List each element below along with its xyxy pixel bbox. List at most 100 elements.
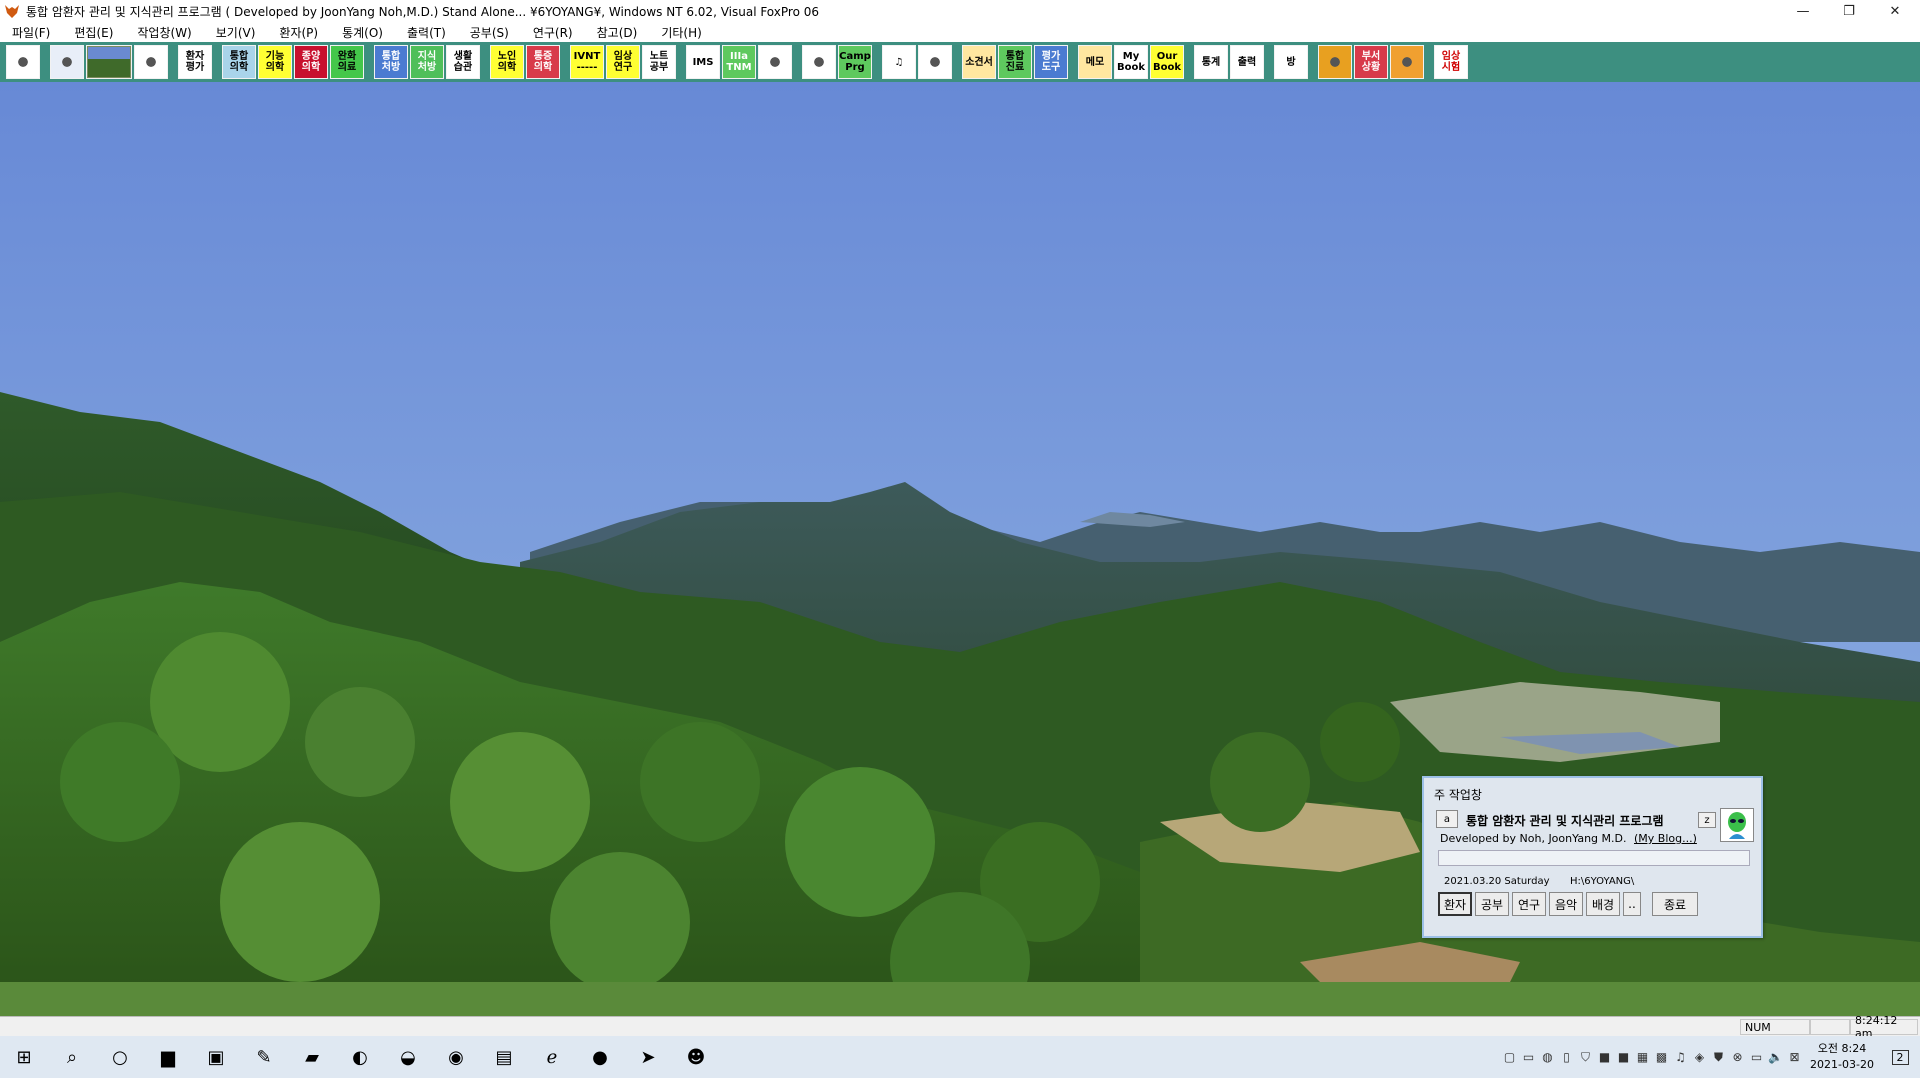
toolbar-button-26[interactable]: 평가 도구 bbox=[1034, 45, 1068, 79]
notes-icon[interactable]: ▰ bbox=[288, 1036, 336, 1078]
exit-toolbar-button[interactable] bbox=[6, 45, 40, 79]
toolbar-button-16[interactable]: 노트 공부 bbox=[642, 45, 676, 79]
tray-app-8-icon[interactable]: ⊗ bbox=[1728, 1036, 1747, 1078]
tray-defender-icon[interactable]: ⛊ bbox=[1709, 1036, 1728, 1078]
windows-start-icon[interactable]: ⊞ bbox=[0, 1036, 48, 1078]
toolbar-button-28[interactable]: My Book bbox=[1114, 45, 1148, 79]
toolbar-button-4[interactable]: 환자 평가 bbox=[178, 45, 212, 79]
menu-item-6[interactable]: 출력(T) bbox=[395, 24, 458, 41]
tray-app-9-icon[interactable]: ⊠ bbox=[1785, 1036, 1804, 1078]
main-window-button-0[interactable]: 환자 bbox=[1438, 892, 1472, 916]
main-window-button-5[interactable]: .. bbox=[1623, 892, 1641, 916]
monitor-toolbar-button[interactable] bbox=[50, 45, 84, 79]
face-toolbar-button[interactable] bbox=[134, 45, 168, 79]
badge-toolbar-button[interactable] bbox=[1318, 45, 1352, 79]
main-window-button-2[interactable]: 연구 bbox=[1512, 892, 1546, 916]
music-toolbar-button[interactable]: ♫ bbox=[882, 45, 916, 79]
food-toolbar-button[interactable] bbox=[1390, 45, 1424, 79]
menu-item-10[interactable]: 기타(H) bbox=[649, 24, 713, 41]
cortana-icon[interactable]: ○ bbox=[96, 1036, 144, 1078]
tray-app-4-icon[interactable]: ■ bbox=[1595, 1036, 1614, 1078]
person-toolbar-button[interactable] bbox=[802, 45, 836, 79]
tray-app-6-icon[interactable]: ▩ bbox=[1652, 1036, 1671, 1078]
a-button[interactable]: a bbox=[1436, 810, 1458, 828]
toolbar-button-21[interactable]: Camp Prg bbox=[838, 45, 872, 79]
edge-dev-icon[interactable]: ◒ bbox=[384, 1036, 432, 1078]
toolbar-button-30[interactable]: 통계 bbox=[1194, 45, 1228, 79]
arrow-app-icon[interactable]: ➤ bbox=[624, 1036, 672, 1078]
toolbar-button-10[interactable]: 지식 처방 bbox=[410, 45, 444, 79]
toolbar-button-34[interactable]: 부서 상황 bbox=[1354, 45, 1388, 79]
menu-item-7[interactable]: 공부(S) bbox=[458, 24, 521, 41]
close-button[interactable]: ✕ bbox=[1872, 0, 1918, 22]
menu-item-8[interactable]: 연구(R) bbox=[521, 24, 585, 41]
z-button[interactable]: z bbox=[1698, 812, 1716, 828]
tray-app-3-icon[interactable]: ◍ bbox=[1538, 1036, 1557, 1078]
tray-bell-icon[interactable]: ♫ bbox=[1671, 1036, 1690, 1078]
main-window-button-3[interactable]: 음악 bbox=[1549, 892, 1583, 916]
maximize-button[interactable]: ❐ bbox=[1826, 0, 1872, 22]
command-field[interactable] bbox=[1438, 850, 1750, 866]
toolbar-button-32[interactable]: 방 bbox=[1274, 45, 1308, 79]
toolbar-button-27[interactable]: 메모 bbox=[1078, 45, 1112, 79]
menu-item-1[interactable]: 편집(E) bbox=[62, 24, 125, 41]
search-icon[interactable]: ⌕ bbox=[48, 1036, 96, 1078]
file-explorer-icon[interactable]: ▆ bbox=[144, 1036, 192, 1078]
tray-usb-icon[interactable]: ▯ bbox=[1557, 1036, 1576, 1078]
main-window-button-6[interactable]: 종료 bbox=[1652, 892, 1698, 916]
edge-icon[interactable]: ◐ bbox=[336, 1036, 384, 1078]
tray-app-1-icon[interactable]: ▢ bbox=[1500, 1036, 1519, 1078]
restore-icon: ❐ bbox=[1843, 3, 1855, 19]
table-toolbar-button[interactable] bbox=[758, 45, 792, 79]
toolbar-button-18[interactable]: IIIa TNM bbox=[722, 45, 756, 79]
menu-item-0[interactable]: 파일(F) bbox=[0, 24, 62, 41]
notification-center-icon[interactable]: 2 bbox=[1880, 1036, 1920, 1078]
clock-date: 2021-03-20 bbox=[1810, 1058, 1874, 1071]
toolbar-button-14[interactable]: IVNT ----- bbox=[570, 45, 604, 79]
menu-item-3[interactable]: 보기(V) bbox=[204, 24, 268, 41]
toolbar-button-31[interactable]: 출력 bbox=[1230, 45, 1264, 79]
minimize-button[interactable]: — bbox=[1780, 0, 1826, 22]
tray-shield-icon[interactable]: ⛉ bbox=[1576, 1036, 1595, 1078]
main-window-button-4[interactable]: 배경 bbox=[1586, 892, 1620, 916]
meditation-toolbar-button[interactable] bbox=[918, 45, 952, 79]
toolbar-button-6[interactable]: 기능 의학 bbox=[258, 45, 292, 79]
tray-app-2-icon[interactable]: ▭ bbox=[1519, 1036, 1538, 1078]
paint-icon[interactable]: ✎ bbox=[240, 1036, 288, 1078]
menu-item-2[interactable]: 작업창(W) bbox=[125, 24, 203, 41]
main-work-window[interactable]: 주 작업창 a 통합 암환자 관리 및 지식관리 프로그램 z Develope… bbox=[1422, 776, 1763, 938]
toolbar-button-15[interactable]: 임상 연구 bbox=[606, 45, 640, 79]
save-disk-icon[interactable]: ▣ bbox=[192, 1036, 240, 1078]
tray-app-5-icon[interactable]: ■ bbox=[1614, 1036, 1633, 1078]
toolbar-button-9[interactable]: 통합 처방 bbox=[374, 45, 408, 79]
toolbar-button-7[interactable]: 종양 의학 bbox=[294, 45, 328, 79]
landscape-toolbar-button[interactable] bbox=[86, 45, 132, 79]
internet-explorer-icon[interactable]: ℯ bbox=[528, 1036, 576, 1078]
toolbar-button-13[interactable]: 통증 의학 bbox=[526, 45, 560, 79]
tray-volume-icon[interactable]: 🔈 bbox=[1766, 1036, 1785, 1078]
toolbar-button-11[interactable]: 생활 습관 bbox=[446, 45, 480, 79]
menu-item-9[interactable]: 참고(D) bbox=[585, 24, 650, 41]
foxpro-app-icon[interactable]: ☻ bbox=[672, 1036, 720, 1078]
excel-icon[interactable]: ▤ bbox=[480, 1036, 528, 1078]
toolbar-button-25[interactable]: 통합 진료 bbox=[998, 45, 1032, 79]
tray-network-icon[interactable]: ▭ bbox=[1747, 1036, 1766, 1078]
blue-circle-app-icon[interactable]: ● bbox=[576, 1036, 624, 1078]
toolbar-button-29[interactable]: Our Book bbox=[1150, 45, 1184, 79]
tray-printer-icon[interactable]: ▦ bbox=[1633, 1036, 1652, 1078]
menu-item-4[interactable]: 환자(P) bbox=[267, 24, 330, 41]
toolbar-button-17[interactable]: IMS bbox=[686, 45, 720, 79]
menu-item-5[interactable]: 통계(O) bbox=[330, 24, 395, 41]
chrome-icon[interactable]: ◉ bbox=[432, 1036, 480, 1078]
toolbar-button-8[interactable]: 완화 의료 bbox=[330, 45, 364, 79]
alien-avatar-icon[interactable] bbox=[1720, 808, 1754, 842]
my-blog-link[interactable]: (My Blog...) bbox=[1634, 832, 1697, 845]
tray-app-7-icon[interactable]: ◈ bbox=[1690, 1036, 1709, 1078]
taskbar-clock[interactable]: 오전 8:24 2021-03-20 bbox=[1804, 1041, 1880, 1073]
toolbar-button-5[interactable]: 통합 의학 bbox=[222, 45, 256, 79]
toolbar-button-label: IMS bbox=[692, 56, 714, 68]
toolbar-button-24[interactable]: 소견서 bbox=[962, 45, 996, 79]
toolbar-button-36[interactable]: 임상 시험 bbox=[1434, 45, 1468, 79]
toolbar-button-12[interactable]: 노인 의학 bbox=[490, 45, 524, 79]
main-window-button-1[interactable]: 공부 bbox=[1475, 892, 1509, 916]
